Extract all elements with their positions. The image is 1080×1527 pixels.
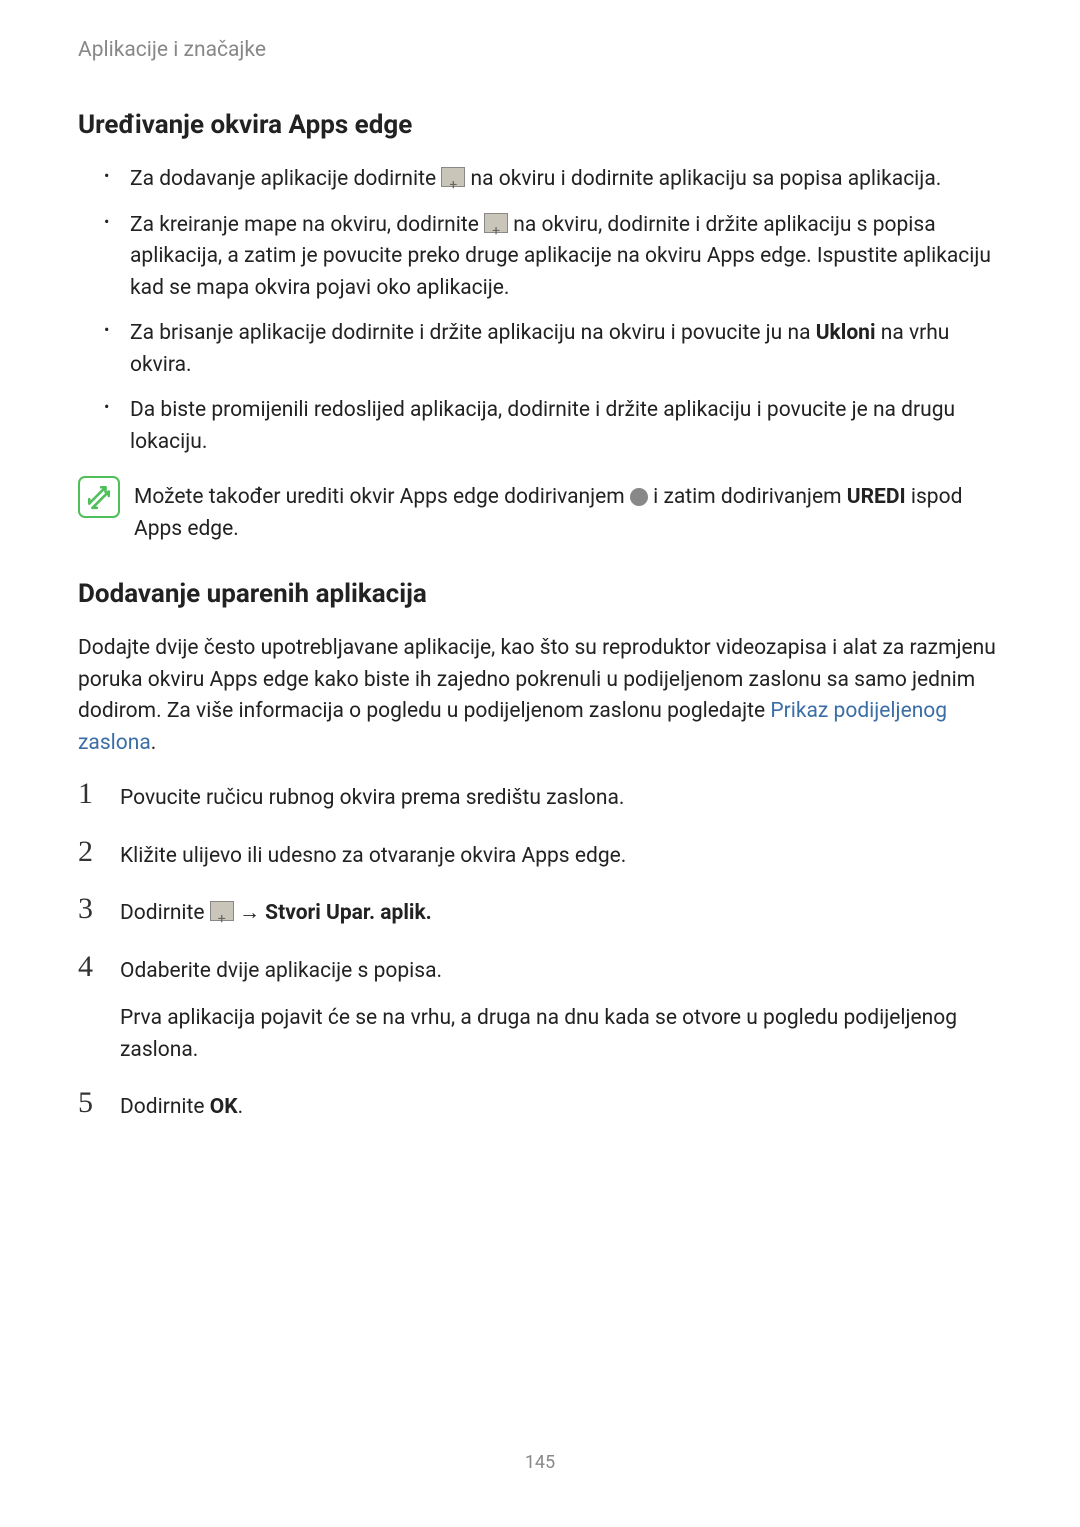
step-bold: OK [210,1095,238,1119]
note-pre: Možete također urediti okvir Apps edge d… [134,485,630,509]
note-text: Možete također urediti okvir Apps edge d… [134,476,1002,545]
plus-icon [441,167,465,187]
step-post: . [238,1095,244,1119]
section1-bullets: Za dodavanje aplikacije dodirnite na okv… [110,164,1002,458]
list-item: 4 Odaberite dvije aplikacije s popisa. P… [78,952,1002,1067]
step-body: Kližite ulijevo ili udesno za otvaranje … [120,837,626,873]
step-number: 3 [78,894,106,930]
settings-icon [630,488,648,506]
list-item: 3 Dodirnite → Stvori Upar. aplik. [78,894,1002,930]
step-number: 2 [78,837,106,873]
bullet-text-pre: Za dodavanje aplikacije dodirnite [130,167,441,191]
bullet-text-a: Za brisanje aplikacije dodirnite i držit… [130,321,816,345]
step-number: 1 [78,779,106,815]
page-number: 145 [0,1452,1080,1473]
step-extra: Prva aplikacija pojavit će se na vrhu, a… [120,1003,1002,1066]
step-arrow: → [234,901,265,925]
main-content: Uređivanje okvira Apps edge Za dodavanje… [78,110,1002,1146]
step-text: Odaberite dvije aplikacije s popisa. [120,959,442,983]
bullet-bold: Ukloni [816,321,876,345]
list-item: Za kreiranje mape na okviru, dodirnite n… [110,210,1002,305]
step-bold: Stvori Upar. aplik. [265,901,432,925]
list-item: 1 Povucite ručicu rubnog okvira prema sr… [78,779,1002,815]
list-item: Za dodavanje aplikacije dodirnite na okv… [110,164,1002,196]
section2-heading: Dodavanje uparenih aplikacija [78,579,1002,609]
note-bold: UREDI [847,485,906,509]
note-mid: i zatim dodirivanjem [648,485,847,509]
step-pre: Dodirnite [120,1095,210,1119]
step-body: Povucite ručicu rubnog okvira prema sred… [120,779,624,815]
step-pre: Dodirnite [120,901,210,925]
step-body: Dodirnite → Stvori Upar. aplik. [120,894,432,930]
note-icon [78,476,120,518]
steps-list: 1 Povucite ručicu rubnog okvira prema sr… [78,779,1002,1124]
step-body: Dodirnite OK. [120,1088,243,1124]
list-item: Za brisanje aplikacije dodirnite i držit… [110,318,1002,381]
step-number: 5 [78,1088,106,1124]
list-item: Da biste promijenili redoslijed aplikaci… [110,395,1002,458]
bullet-text: Da biste promijenili redoslijed aplikaci… [130,398,955,454]
step-number: 4 [78,952,106,1067]
note-box: Možete također urediti okvir Apps edge d… [78,476,1002,545]
list-item: 2 Kližite ulijevo ili udesno za otvaranj… [78,837,1002,873]
page-header: Aplikacije i značajke [78,38,266,62]
section1-heading: Uređivanje okvira Apps edge [78,110,1002,140]
step-body: Odaberite dvije aplikacije s popisa. Prv… [120,952,1002,1067]
bullet-text-pre: Za kreiranje mape na okviru, dodirnite [130,213,484,237]
plus-icon [484,213,508,233]
list-item: 5 Dodirnite OK. [78,1088,1002,1124]
bullet-text-post: na okviru i dodirnite aplikaciju sa popi… [465,167,941,191]
section2-paragraph: Dodajte dvije često upotrebljavane aplik… [78,633,1002,759]
plus-icon [210,901,234,921]
paragraph-b: . [151,731,157,755]
